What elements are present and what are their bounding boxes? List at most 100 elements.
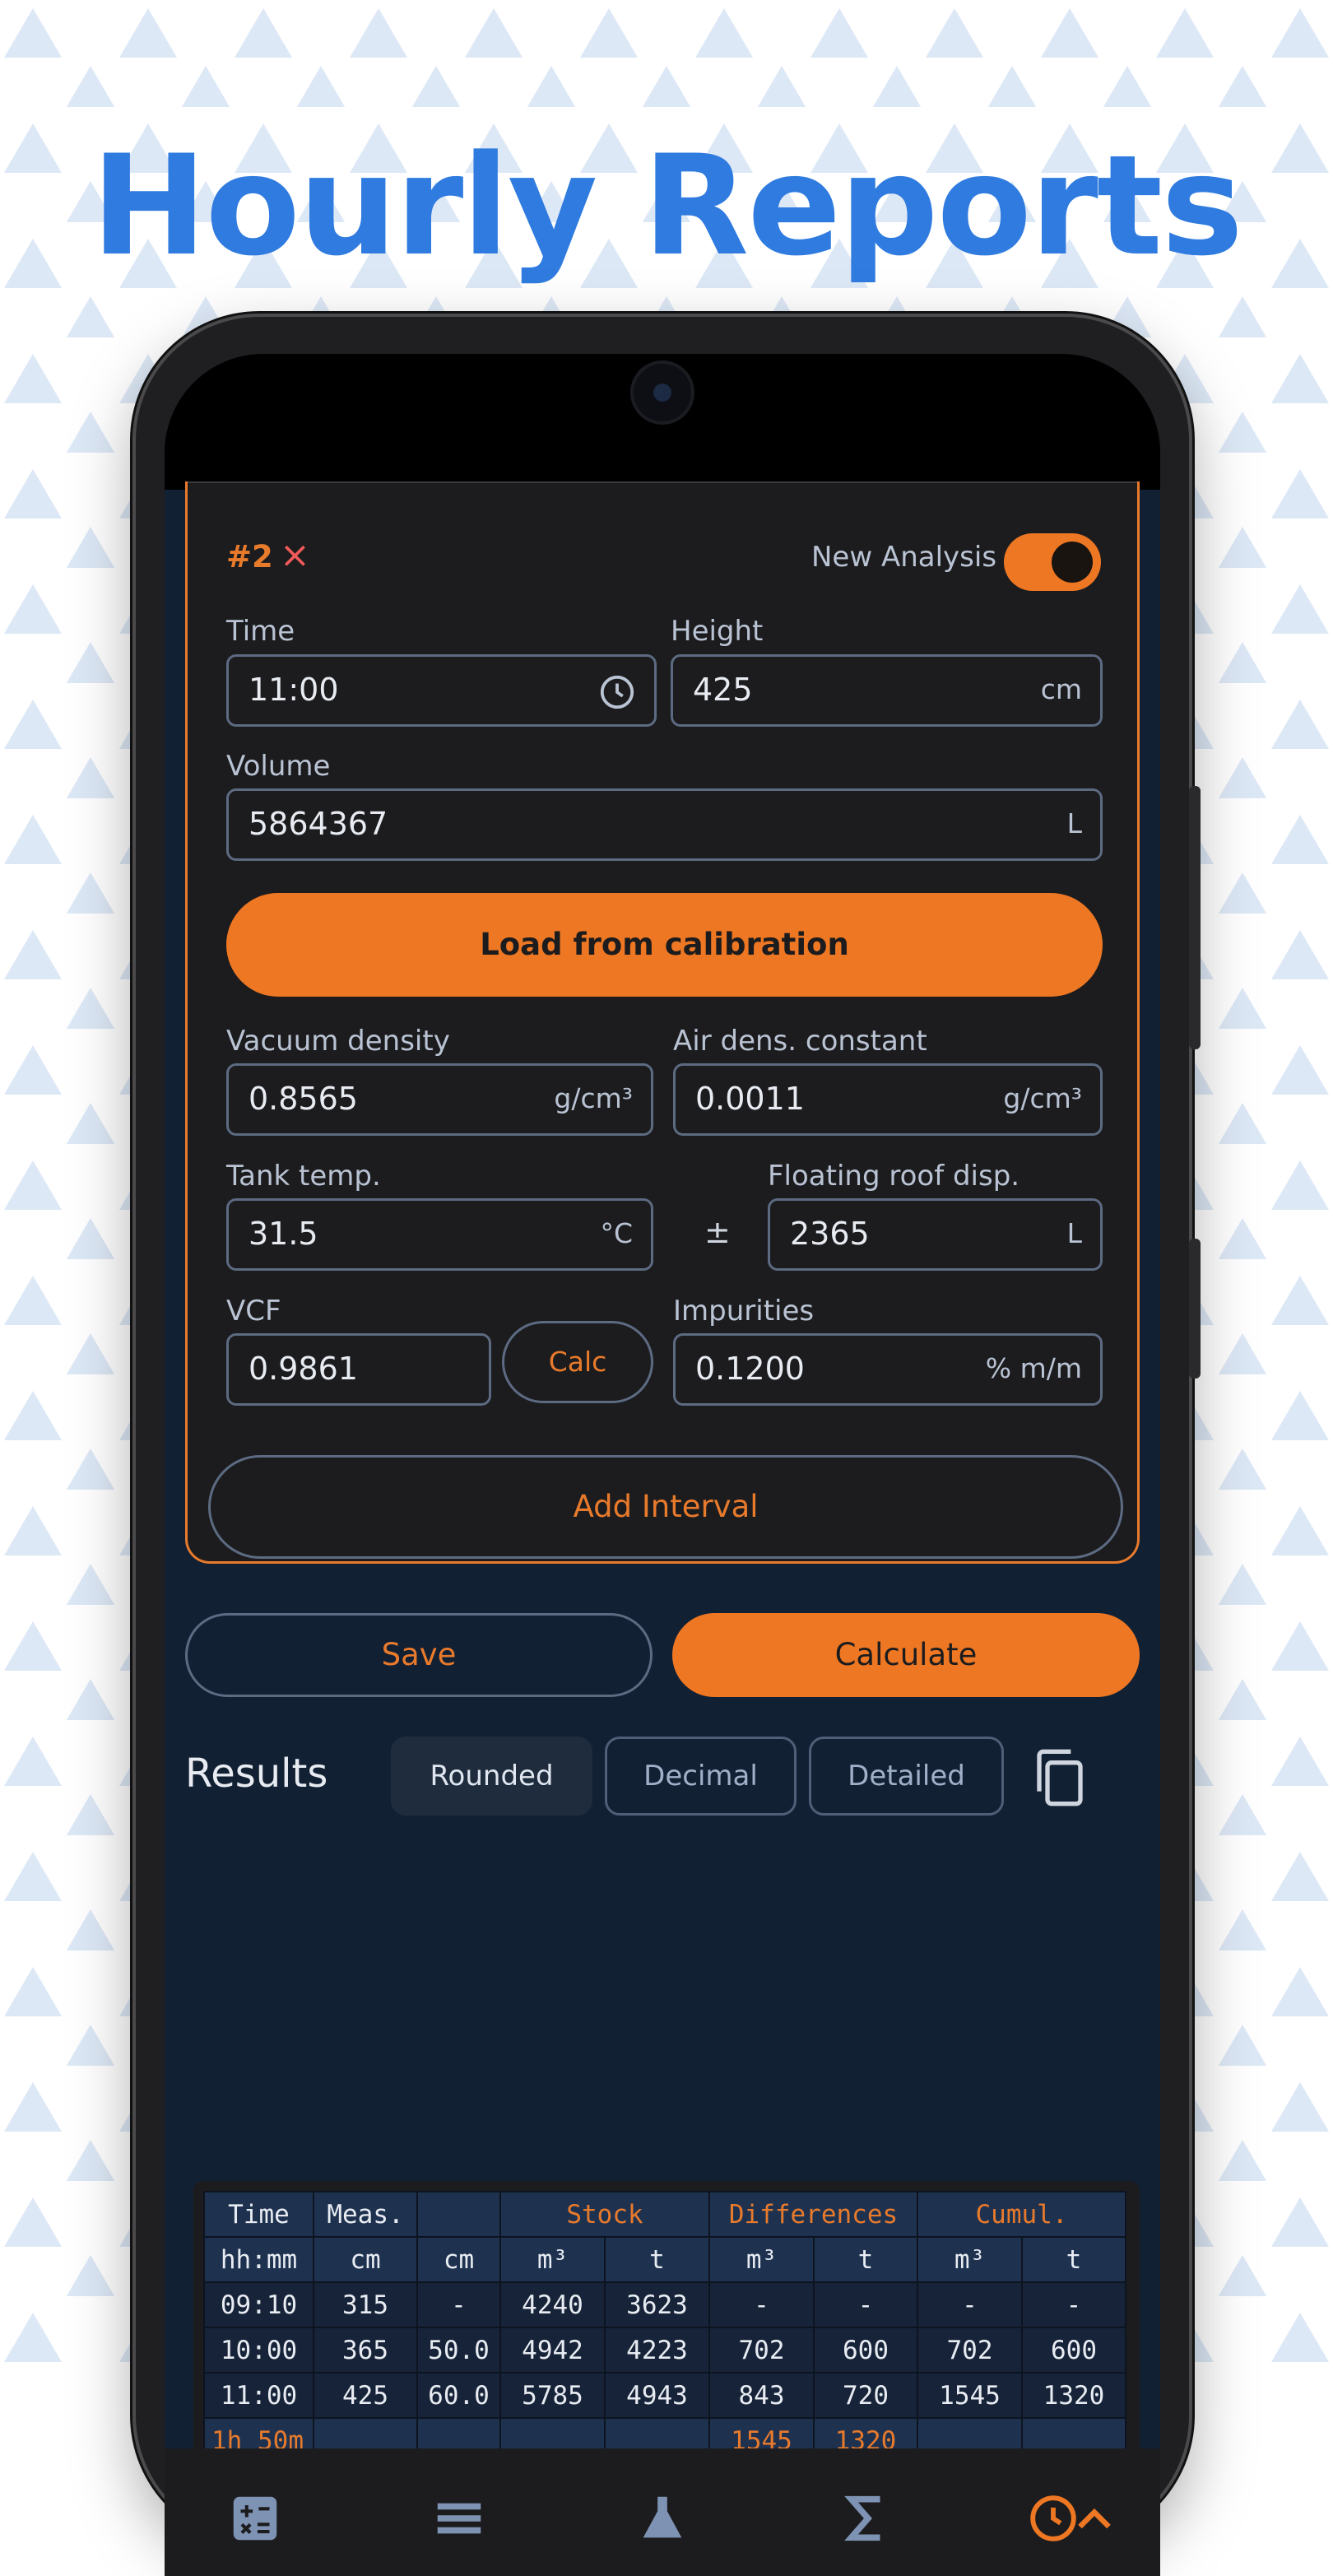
results-title: Results: [185, 1751, 328, 1797]
tab-decimal[interactable]: Decimal: [605, 1737, 797, 1816]
table-cell: 09:10: [203, 2281, 314, 2328]
height-field[interactable]: 425 cm: [671, 654, 1103, 727]
table-cell: -: [708, 2281, 815, 2328]
table-cell: 720: [813, 2372, 918, 2419]
tank-temp-value: 31.5: [248, 1216, 318, 1252]
header-diff-cm: [416, 2191, 501, 2238]
unit-cell: m³: [917, 2236, 1023, 2283]
calculator-icon[interactable]: [222, 2490, 288, 2547]
vacuum-density-label: Vacuum density: [226, 1025, 450, 1058]
interval-card: #2 × New Analysis Time 11:00 Height 425 …: [185, 481, 1140, 1564]
app-screen: #2 × New Analysis Time 11:00 Height 425 …: [165, 354, 1160, 2576]
header-meas: Meas.: [313, 2191, 418, 2238]
table-cell: 315: [313, 2281, 418, 2328]
air-density-unit: g/cm³: [1003, 1082, 1082, 1114]
table-cell: -: [813, 2281, 918, 2328]
vcf-label: VCF: [226, 1295, 281, 1328]
unit-cell: hh:mm: [203, 2236, 314, 2283]
table-cell: 60.0: [416, 2372, 501, 2419]
tab-rounded[interactable]: Rounded: [391, 1737, 592, 1816]
table-cell: 3623: [604, 2281, 710, 2328]
time-field[interactable]: 11:00: [226, 654, 657, 727]
tab-detailed[interactable]: Detailed: [809, 1737, 1004, 1816]
unit-cell: cm: [416, 2236, 501, 2283]
list-icon[interactable]: [426, 2490, 492, 2547]
table-cell: 1320: [1021, 2372, 1126, 2419]
add-interval-button[interactable]: Add Interval: [208, 1455, 1123, 1559]
table-cell: 600: [813, 2327, 918, 2374]
front-camera: [634, 364, 691, 421]
volume-value: 5864367: [248, 806, 388, 842]
unit-cell: m³: [708, 2236, 815, 2283]
load-from-calibration-button[interactable]: Load from calibration: [226, 893, 1103, 997]
copy-icon[interactable]: [1027, 1745, 1093, 1811]
sigma-icon[interactable]: [833, 2490, 899, 2547]
tank-temp-unit: °C: [600, 1217, 633, 1249]
results-table: Time Meas. Stock Differences Cumul. hh:m…: [203, 2191, 1126, 2464]
vcf-field[interactable]: 0.9861: [226, 1333, 491, 1406]
time-value: 11:00: [248, 672, 339, 708]
results-table-card: Time Meas. Stock Differences Cumul. hh:m…: [193, 2181, 1140, 2469]
volume-label: Volume: [226, 750, 331, 783]
height-value: 425: [693, 672, 753, 708]
vacuum-density-value: 0.8565: [248, 1081, 358, 1117]
tank-temp-label: Tank temp.: [226, 1160, 381, 1193]
chevron-up-icon[interactable]: [1070, 2490, 1119, 2547]
flask-icon[interactable]: [629, 2490, 695, 2547]
vacuum-density-field[interactable]: 0.8565 g/cm³: [226, 1063, 653, 1136]
volume-button: [1189, 786, 1201, 1049]
header-cumul: Cumul.: [917, 2191, 1126, 2238]
calc-vcf-button[interactable]: Calc: [502, 1321, 653, 1403]
air-density-field[interactable]: 0.0011 g/cm³: [673, 1063, 1103, 1136]
table-cell: -: [917, 2281, 1023, 2328]
floating-roof-value: 2365: [790, 1216, 870, 1252]
new-analysis-toggle[interactable]: [1004, 533, 1101, 591]
status-bar: [165, 354, 1160, 490]
table-cell: -: [1021, 2281, 1126, 2328]
table-cell: 600: [1021, 2327, 1126, 2374]
air-density-value: 0.0011: [695, 1081, 805, 1117]
table-cell: 4240: [499, 2281, 606, 2328]
table-cell: 425: [313, 2372, 418, 2419]
tank-temp-field[interactable]: 31.5 °C: [226, 1198, 653, 1271]
volume-field[interactable]: 5864367 L: [226, 788, 1103, 861]
height-unit: cm: [1040, 673, 1082, 705]
plus-minus-toggle[interactable]: ±: [704, 1214, 731, 1250]
page-headline: Hourly Reports: [91, 125, 1243, 286]
unit-cell: m³: [499, 2236, 606, 2283]
save-button[interactable]: Save: [185, 1613, 653, 1697]
table-cell: 1545: [917, 2372, 1023, 2419]
header-differences: Differences: [708, 2191, 918, 2238]
unit-cell: t: [813, 2236, 918, 2283]
height-label: Height: [671, 615, 764, 648]
vcf-value: 0.9861: [248, 1351, 358, 1387]
table-cell: -: [416, 2281, 501, 2328]
remove-interval-icon[interactable]: ×: [280, 534, 310, 576]
table-cell: 10:00: [203, 2327, 314, 2374]
unit-cell: cm: [313, 2236, 418, 2283]
calculate-button[interactable]: Calculate: [672, 1613, 1140, 1697]
header-time: Time: [203, 2191, 314, 2238]
volume-unit: L: [1066, 807, 1082, 839]
impurities-field[interactable]: 0.1200 % m/m: [673, 1333, 1103, 1406]
floating-roof-label: Floating roof disp.: [768, 1160, 1020, 1193]
table-header-row: Time Meas. Stock Differences Cumul.: [203, 2191, 1126, 2238]
air-density-label: Air dens. constant: [673, 1025, 927, 1058]
table-cell: 4943: [604, 2372, 710, 2419]
table-row: 09:10 315 - 4240 3623 - - - -: [203, 2281, 1126, 2328]
power-button: [1189, 1239, 1201, 1379]
header-stock: Stock: [499, 2191, 710, 2238]
table-cell: 702: [917, 2327, 1023, 2374]
table-cell: 702: [708, 2327, 815, 2374]
table-cell: 4223: [604, 2327, 710, 2374]
table-row: 10:00 365 50.0 4942 4223 702 600 702 600: [203, 2327, 1126, 2374]
unit-cell: t: [604, 2236, 710, 2283]
clock-icon[interactable]: [598, 673, 636, 711]
floating-roof-field[interactable]: 2365 L: [768, 1198, 1103, 1271]
bottom-nav: [165, 2448, 1160, 2576]
table-cell: 11:00: [203, 2372, 314, 2419]
floating-roof-unit: L: [1066, 1217, 1082, 1249]
table-row: 11:00 425 60.0 5785 4943 843 720 1545 13…: [203, 2372, 1126, 2419]
vacuum-density-unit: g/cm³: [554, 1082, 633, 1114]
impurities-label: Impurities: [673, 1295, 815, 1328]
